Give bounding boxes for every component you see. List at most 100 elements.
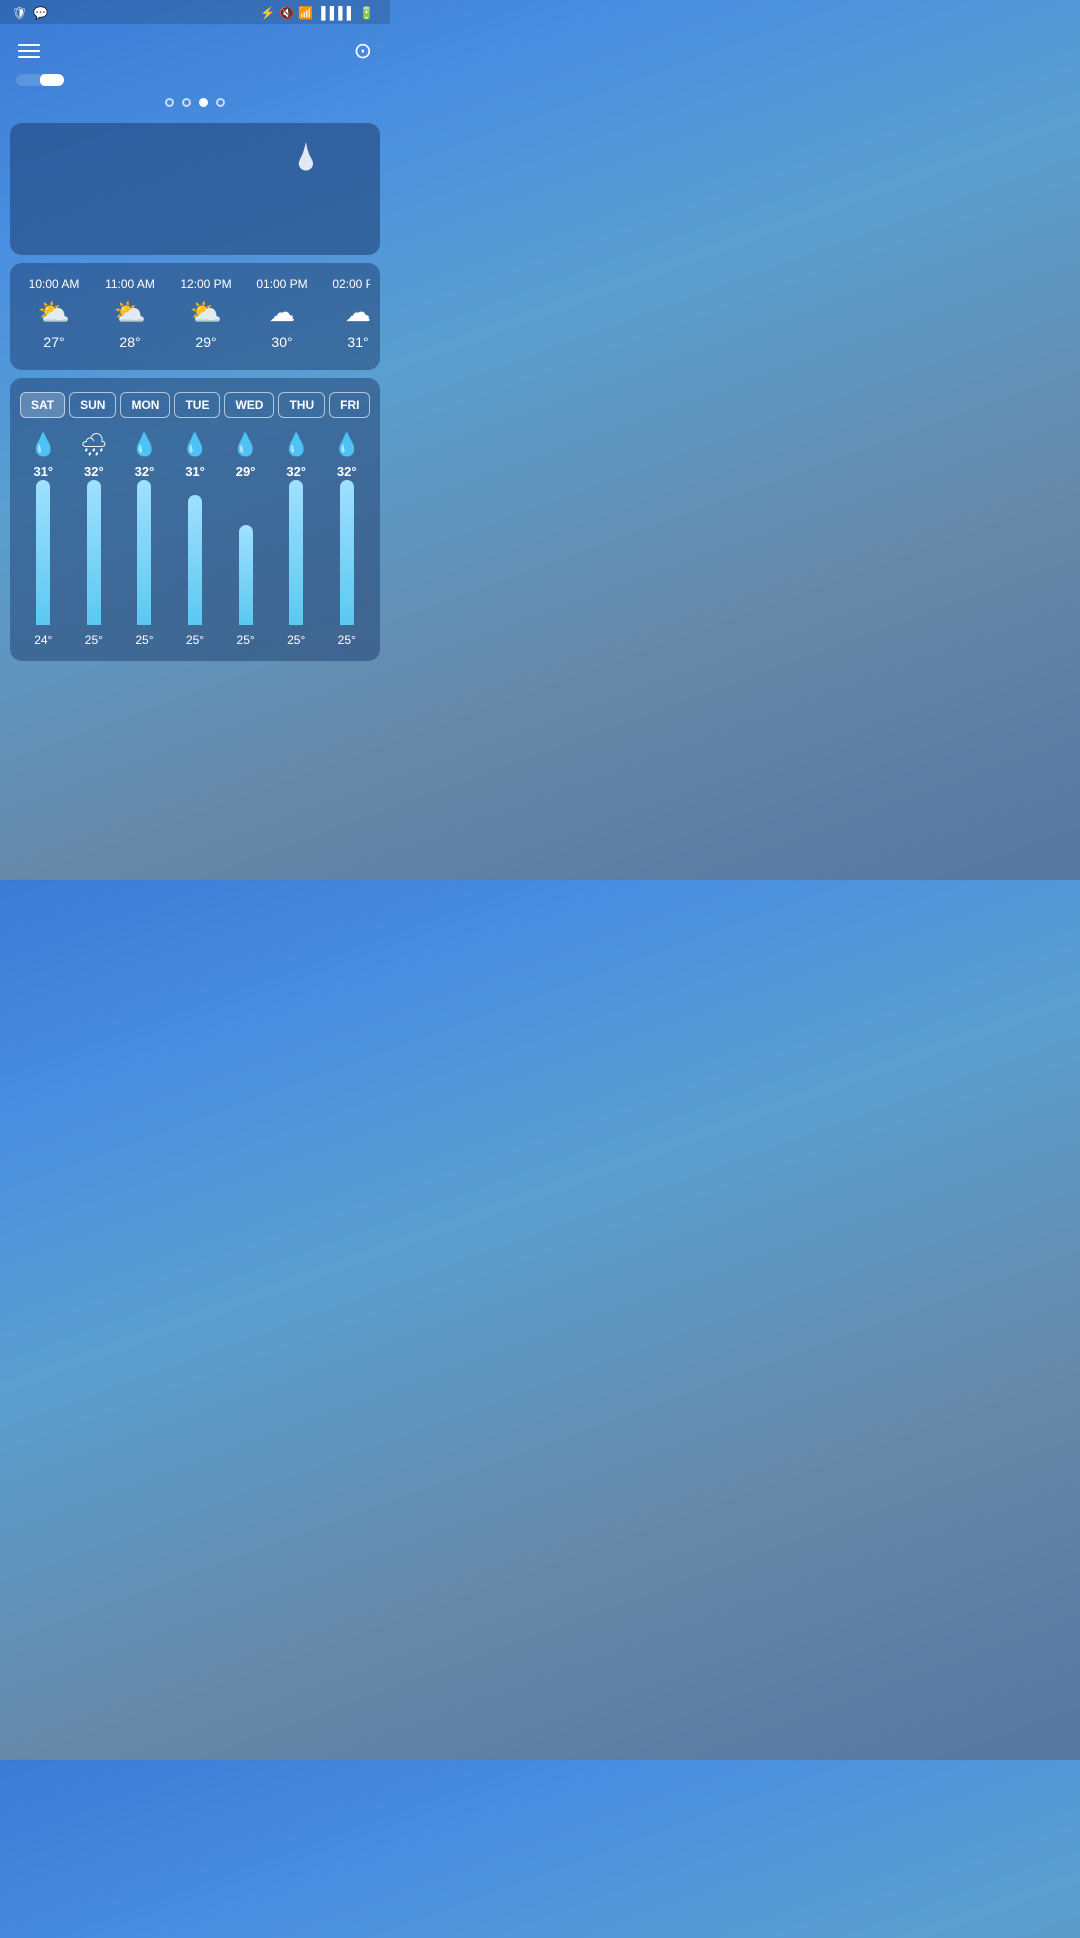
day-max: 32° — [337, 464, 357, 479]
hour-item: 10:00 AM ⛅ 27° — [20, 277, 88, 350]
day-tab-fri[interactable]: FRI — [329, 392, 370, 418]
condition-section: 🌢 — [251, 139, 362, 183]
hour-item: 11:00 AM ⛅ 28° — [96, 277, 164, 350]
hour-item: 01:00 PM ☁ 30° — [248, 277, 316, 350]
day-icon: 💧 — [333, 432, 360, 458]
status-right: ⚡ 🔇 📶 ▐▐▐▐ 🔋 — [260, 6, 378, 20]
humidity-icon: 🌢 — [295, 139, 318, 177]
day-column-sat: 💧 31° 24° — [20, 432, 67, 647]
shield-icon: 🛡 — [12, 6, 27, 20]
bar-wrapper — [188, 485, 202, 625]
hour-temp: 27° — [43, 334, 64, 350]
hour-label: 11:00 AM — [105, 277, 155, 291]
current-weather-card: 🌢 — [10, 123, 380, 255]
day-min: 24° — [34, 633, 52, 647]
menu-line — [18, 56, 40, 58]
day-column-fri: 💧 32° 25° — [323, 432, 370, 647]
day-icon: 💧 — [282, 432, 309, 458]
hourly-scroll[interactable]: 10:00 AM ⛅ 27° 11:00 AM ⛅ 28° 12:00 PM ⛅… — [20, 277, 370, 350]
dot-3[interactable] — [199, 98, 208, 107]
temp-bar — [340, 480, 354, 625]
hour-label: 10:00 AM — [29, 277, 80, 291]
day-max: 31° — [33, 464, 53, 479]
day-min: 25° — [85, 633, 103, 647]
day-tab-mon[interactable]: MON — [120, 392, 170, 418]
status-left: 🛡 💬 — [12, 6, 60, 20]
day-column-tue: 💧 31° 25° — [172, 432, 219, 647]
day-tab-sat[interactable]: SAT — [20, 392, 65, 418]
dot-1[interactable] — [165, 98, 174, 107]
day-icon: 💧 — [131, 432, 158, 458]
hour-icon: ⛅ — [114, 297, 146, 328]
day-max: 32° — [135, 464, 155, 479]
hour-icon: ☁ — [345, 297, 370, 328]
bar-wrapper — [137, 485, 151, 625]
date-time-section — [28, 139, 139, 143]
day-column-sun: 🌧 32° 25° — [71, 432, 118, 647]
day-max: 31° — [185, 464, 205, 479]
bar-wrapper — [87, 485, 101, 625]
more-link[interactable] — [20, 350, 370, 360]
wifi-icon: 📶 — [298, 6, 313, 20]
hour-icon: ⛅ — [38, 297, 70, 328]
hour-icon: ⛅ — [190, 297, 222, 328]
page-dots — [0, 94, 390, 117]
unit-toggle[interactable] — [16, 74, 64, 86]
hourly-forecast-card: 10:00 AM ⛅ 27° 11:00 AM ⛅ 28° 12:00 PM ⛅… — [10, 263, 380, 370]
day-min: 25° — [237, 633, 255, 647]
day-icon: 💧 — [181, 432, 208, 458]
day-tab-wed[interactable]: WED — [224, 392, 274, 418]
temp-bar — [36, 480, 50, 625]
hour-item: 02:00 PM ☁ 31° — [324, 277, 370, 350]
temp-bar — [239, 525, 253, 625]
hour-item: 12:00 PM ⛅ 29° — [172, 277, 240, 350]
weekly-grid: 💧 31° 24° 🌧 32° 25° 💧 32° 25° 💧 31° 25° … — [20, 432, 370, 647]
day-tab-tue[interactable]: TUE — [174, 392, 220, 418]
day-min: 25° — [135, 633, 153, 647]
day-tabs[interactable]: SATSUNMONTUEWEDTHUFRI — [20, 392, 370, 418]
temperature-display — [139, 139, 250, 225]
day-icon: 💧 — [232, 432, 259, 458]
day-column-thu: 💧 32° 25° — [273, 432, 320, 647]
hour-temp: 31° — [347, 334, 368, 350]
battery-icon: 🔋 — [359, 6, 374, 20]
hour-temp: 29° — [195, 334, 216, 350]
day-min: 25° — [338, 633, 356, 647]
dot-2[interactable] — [182, 98, 191, 107]
celsius-button[interactable] — [40, 74, 64, 86]
day-column-mon: 💧 32° 25° — [121, 432, 168, 647]
hour-temp: 30° — [271, 334, 292, 350]
location-icon[interactable]: ⊙ — [354, 38, 372, 64]
mute-icon: 🔇 — [279, 6, 294, 20]
temp-bar — [289, 480, 303, 625]
day-icon: 🌧 — [80, 432, 108, 458]
menu-line — [18, 44, 40, 46]
day-icon: 💧 — [30, 432, 57, 458]
card-top: 🌢 — [28, 139, 362, 225]
hamburger-menu[interactable] — [18, 44, 40, 58]
day-tab-thu[interactable]: THU — [278, 392, 325, 418]
header: ⊙ — [0, 24, 390, 74]
bar-wrapper — [340, 485, 354, 625]
menu-line — [18, 50, 40, 52]
fahrenheit-button[interactable] — [16, 74, 40, 86]
message-icon: 💬 — [33, 6, 48, 20]
day-max: 29° — [236, 464, 256, 479]
day-min: 25° — [186, 633, 204, 647]
bluetooth-icon: ⚡ — [260, 6, 275, 20]
day-min: 25° — [287, 633, 305, 647]
day-tab-sun[interactable]: SUN — [69, 392, 116, 418]
hour-label: 12:00 PM — [180, 277, 231, 291]
temperature-section — [139, 139, 250, 225]
bar-wrapper — [289, 485, 303, 625]
signal-bars: ▐▐▐▐ — [317, 6, 351, 20]
day-column-wed: 💧 29° 25° — [222, 432, 269, 647]
temp-bar — [188, 495, 202, 625]
dot-4[interactable] — [216, 98, 225, 107]
unit-row — [0, 74, 390, 94]
hour-icon: ☁ — [269, 297, 295, 328]
hour-label: 01:00 PM — [256, 277, 307, 291]
hour-label: 02:00 PM — [332, 277, 370, 291]
day-max: 32° — [84, 464, 104, 479]
bar-wrapper — [36, 485, 50, 625]
